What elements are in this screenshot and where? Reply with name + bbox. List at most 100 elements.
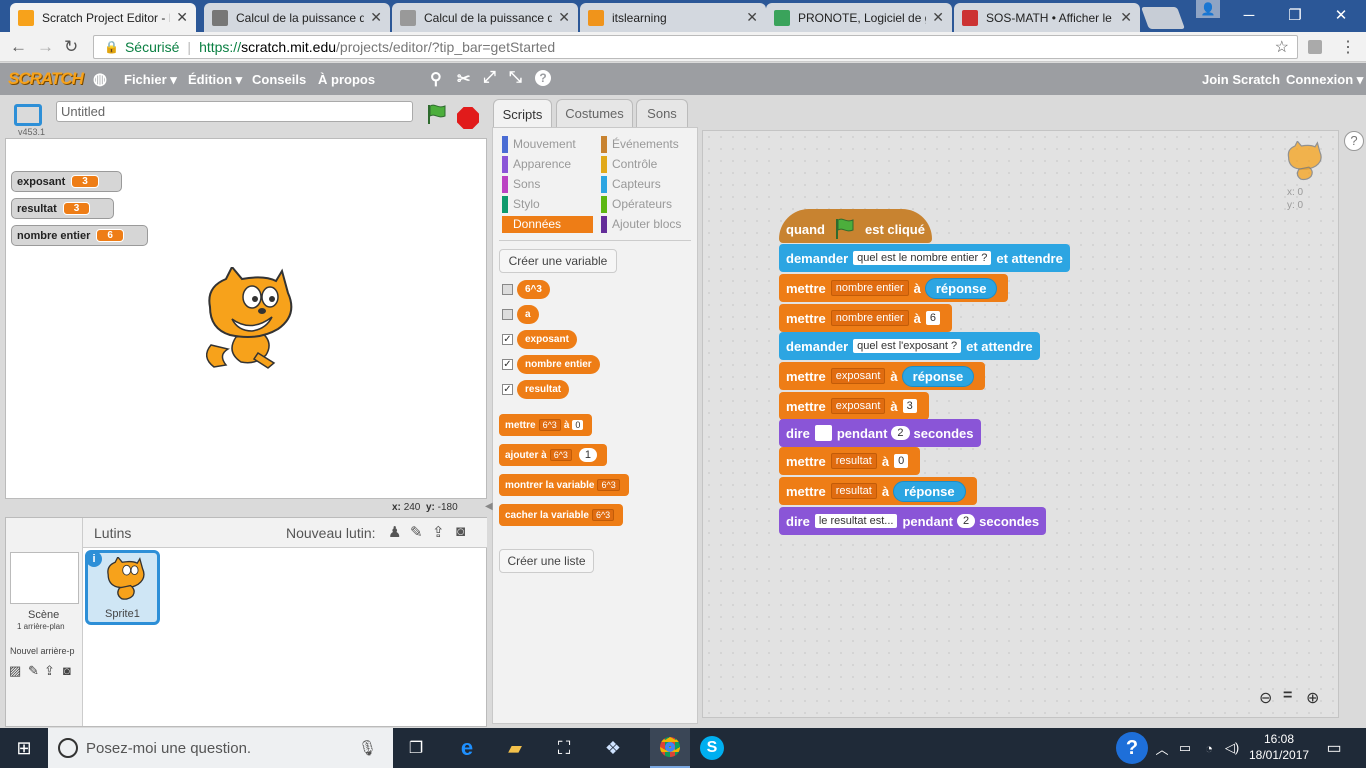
tab-costumes[interactable]: Costumes [556,99,633,127]
set-block-2[interactable]: mettre nombre entier à 6 [779,304,952,332]
menu-about[interactable]: À propos [318,72,375,87]
category-left-4[interactable]: Données [502,216,593,233]
help-tray-icon[interactable]: ? [1116,732,1148,764]
category-right-4[interactable]: Ajouter blocs [601,216,681,233]
file-explorer-icon[interactable]: ▰ [503,736,527,760]
close-tab-icon[interactable]: ✕ [1120,9,1132,26]
paint-sprite-icon[interactable]: ✎ [410,523,423,541]
chrome-icon[interactable] [650,728,690,768]
paint-backdrop-icon[interactable]: ✎ [28,663,39,679]
help-icon[interactable]: ? [535,70,551,86]
minimize-button[interactable]: ─ [1226,0,1272,30]
upload-backdrop-icon[interactable]: ⇪ [44,663,55,679]
upload-sprite-icon[interactable]: ⇪ [432,523,445,541]
tray-chevron-icon[interactable]: ︿ [1150,736,1174,760]
info-icon[interactable]: i [86,551,102,567]
store-icon[interactable]: ⛶ [552,736,576,760]
menu-dots-icon[interactable]: ⋮ [1340,37,1356,57]
palette-collapse-arrow[interactable]: ◀ [485,501,493,512]
maximize-button[interactable]: ❐ [1272,0,1318,30]
var-reporter[interactable]: a [517,305,539,324]
library-backdrop-icon[interactable]: ▨ [9,663,21,679]
zoom-reset-icon[interactable]: = [1283,687,1292,705]
new-tab-button[interactable] [1140,7,1186,29]
zoom-in-icon[interactable]: ⊕ [1306,688,1319,708]
palette-set-block[interactable]: mettre 6^3 à 0 [499,414,593,436]
reload-icon[interactable]: ↻ [64,37,78,57]
var-checkbox[interactable] [502,309,513,320]
stop-icon[interactable] [457,107,479,129]
category-right-3[interactable]: Opérateurs [601,196,672,213]
var-reporter[interactable]: 6^3 [517,280,550,299]
duplicate-icon[interactable]: ⚲ [430,69,442,89]
set-block-4[interactable]: mettre exposant à 3 [779,392,929,420]
category-left-0[interactable]: Mouvement [502,136,576,153]
volume-icon[interactable]: ◁) [1220,736,1244,760]
url-input[interactable]: 🔒 Sécurisé | https:// scratch.mit.edu /p… [93,35,1298,59]
cat-sprite[interactable] [196,267,296,371]
close-tab-icon[interactable]: ✕ [932,9,944,26]
camera-sprite-icon[interactable]: ◙ [456,523,465,540]
user-icon[interactable]: 👤 [1196,0,1220,18]
cortana-search-input[interactable]: Posez-moi une question. 🎙 [48,728,393,768]
back-icon[interactable]: ← [10,37,27,57]
clock-time[interactable]: 16:08 [1264,732,1294,746]
close-window-button[interactable]: ✕ [1318,0,1364,30]
camera-backdrop-icon[interactable]: ◙ [63,663,71,678]
when-flag-clicked-block[interactable]: quand est cliqué [779,209,932,243]
library-sprite-icon[interactable]: ♟ [388,523,401,541]
close-tab-icon[interactable]: ✕ [746,9,758,26]
scripts-area[interactable]: x: 0 y: 0 quand est cliqué demander quel … [702,130,1339,718]
var-checkbox[interactable] [502,284,513,295]
scratch-logo[interactable]: SCRATCH [8,69,84,89]
empty-input[interactable] [814,425,832,441]
set-block-1[interactable]: mettre nombre entier à réponse [779,274,1009,302]
battery-icon[interactable]: ▭ [1173,736,1197,760]
set-block-5[interactable]: mettre resultat à 0 [779,447,921,475]
wifi-icon[interactable]: ◔ [1197,736,1221,760]
green-flag-icon[interactable] [425,102,449,126]
globe-icon[interactable]: ◍ [93,69,107,89]
login-link[interactable]: Connexion ▾ [1286,72,1363,88]
palette-change-block[interactable]: ajouter à 6^3 1 [499,444,608,466]
menu-tips[interactable]: Conseils [252,72,306,87]
grow-icon[interactable]: ⤢ [483,69,496,87]
extension-icon[interactable] [1308,40,1322,54]
join-scratch-link[interactable]: Join Scratch [1202,72,1280,87]
var-reporter[interactable]: exposant [517,330,577,349]
project-title-input[interactable] [56,101,413,122]
browser-tab-0[interactable]: Scratch Project Editor - I ✕ [10,3,196,32]
ask-block-1[interactable]: demander quel est le nombre entier ? et at… [779,244,1070,272]
var-checkbox[interactable]: ✓ [502,359,513,370]
category-right-2[interactable]: Capteurs [601,176,661,193]
sprite1-thumbnail[interactable]: i Sprite1 [85,550,160,625]
category-left-3[interactable]: Stylo [502,196,540,213]
tab-scripts[interactable]: Scripts [493,99,552,129]
set-block-3[interactable]: mettre exposant à réponse [779,362,986,390]
dropbox-icon[interactable]: ❖ [601,736,625,760]
zoom-out-icon[interactable]: ⊖ [1259,688,1272,708]
shrink-icon[interactable]: ⤡ [509,69,522,87]
palette-hide-var-block[interactable]: cacher la variable 6^3 [499,504,624,526]
create-list-button[interactable]: Créer une liste [499,549,594,573]
category-left-2[interactable]: Sons [502,176,540,193]
var-checkbox[interactable]: ✓ [502,334,513,345]
browser-tab-4[interactable]: PRONOTE, Logiciel de g ✕ [766,3,952,32]
skype-icon[interactable]: S [700,736,724,760]
microphone-icon[interactable]: 🎙 [358,739,377,757]
close-tab-icon[interactable]: ✕ [176,9,188,26]
help-side-icon[interactable]: ? [1344,131,1364,151]
task-view-icon[interactable]: ❐ [404,736,428,760]
var-reporter[interactable]: resultat [517,380,570,399]
close-tab-icon[interactable]: ✕ [558,9,570,26]
forward-icon[interactable]: → [37,37,54,57]
category-right-1[interactable]: Contrôle [601,156,657,173]
close-tab-icon[interactable]: ✕ [370,9,382,26]
say-block-1[interactable]: dire pendant 2 secondes [779,419,981,447]
create-variable-button[interactable]: Créer une variable [499,249,617,273]
star-icon[interactable]: ☆ [1275,37,1289,57]
category-left-1[interactable]: Apparence [502,156,571,173]
var-checkbox[interactable]: ✓ [502,384,513,395]
palette-show-var-block[interactable]: montrer la variable 6^3 [499,474,629,496]
notifications-icon[interactable]: ▭ [1322,736,1346,760]
